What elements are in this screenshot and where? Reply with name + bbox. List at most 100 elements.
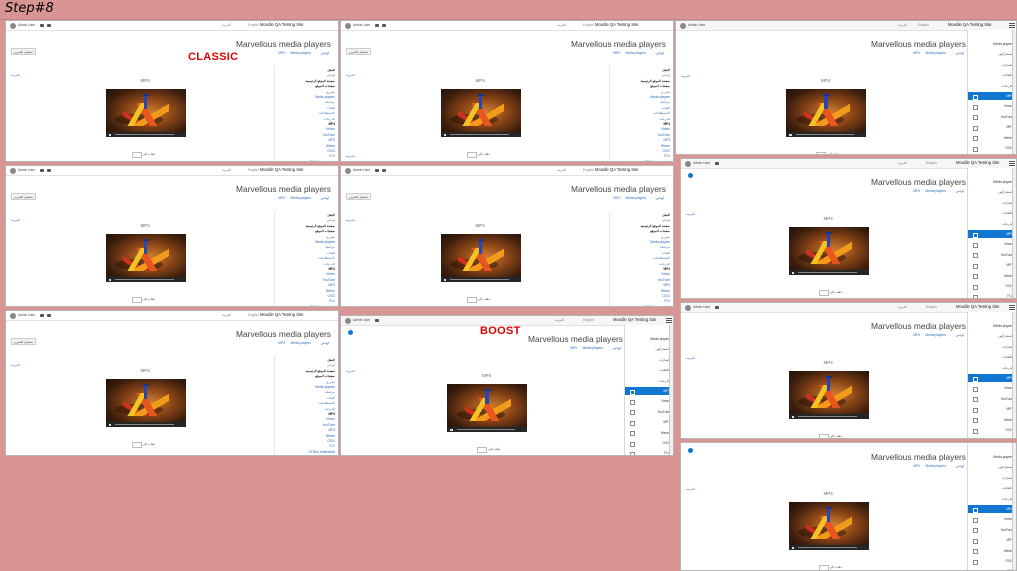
site-name[interactable]: Moodle QA Testing Site (595, 22, 638, 27)
language-english[interactable]: English (248, 168, 259, 172)
language-menu[interactable]: العربية (898, 161, 907, 165)
drawer-item[interactable]: الشارات (968, 343, 1016, 351)
drawer-item[interactable]: الشارات (968, 61, 1016, 69)
sidebar-link[interactable]: العربية (346, 154, 355, 158)
drawer-item[interactable]: Vimeo (968, 102, 1016, 110)
nav-block-item[interactable]: الاستطلاعات (318, 111, 335, 115)
nav-block-item[interactable]: مقرري (661, 235, 670, 239)
drawer-item[interactable]: MP4 (968, 374, 1016, 382)
nav-block-item[interactable]: مراسلة (325, 245, 335, 249)
drawer-item[interactable]: الشارات (625, 356, 673, 364)
nav-block-item[interactable]: صفحات الموقع (315, 374, 335, 378)
drawer-item[interactable]: YouTube (968, 395, 1016, 403)
edit-button[interactable]: تشغيل التحرير (11, 193, 36, 200)
user-menu[interactable]: Admin User (18, 168, 35, 172)
nav-block-item[interactable]: FLV (664, 299, 670, 303)
video-controls[interactable] (788, 270, 869, 275)
breadcrumb-course[interactable]: Media players (925, 333, 946, 337)
left-link[interactable]: العربية (11, 218, 20, 222)
nav-block-item[interactable]: FLV (329, 154, 335, 158)
video-player[interactable] (447, 384, 527, 432)
bell-icon[interactable] (382, 23, 386, 27)
drawer-item[interactable]: Media players (968, 453, 1016, 461)
jump-button[interactable]: ذهاب إلى (143, 297, 155, 301)
language-english[interactable]: English (583, 318, 594, 322)
user-menu[interactable]: Admin User (688, 23, 705, 27)
user-menu[interactable]: Admin User (353, 168, 370, 172)
nav-block-item[interactable]: FLV (329, 444, 335, 448)
nav-block-item[interactable]: YouTube (657, 133, 670, 137)
language-english[interactable]: English (248, 23, 259, 27)
nav-block-item[interactable]: صفحة الموقع الرئيسية (306, 224, 335, 228)
nav-block-item[interactable]: الدرجات (659, 117, 670, 121)
jump-select[interactable] (818, 434, 829, 438)
drawer-item[interactable]: Vimeo (968, 384, 1016, 392)
message-icon[interactable] (715, 305, 719, 309)
edit-button[interactable]: تشغيل التحرير (346, 48, 371, 55)
nav-block-item[interactable]: صفحة الموقع الرئيسية (641, 79, 670, 83)
drawer-item[interactable]: Webm (968, 547, 1016, 555)
language-english[interactable]: English (583, 23, 594, 27)
drawer-item[interactable]: المشاركون (968, 50, 1016, 58)
message-icon[interactable] (40, 168, 44, 172)
drawer-item[interactable]: الكفايات (968, 484, 1016, 492)
nav-block-item[interactable]: مراسلة (660, 100, 670, 104)
jump-button[interactable]: ذهاب إلى (143, 442, 155, 446)
nav-block-item[interactable]: HTML5 embedded (309, 305, 335, 306)
avatar-icon[interactable] (10, 167, 16, 174)
drawer-item[interactable]: الكفايات (968, 353, 1016, 361)
jump-select[interactable] (818, 565, 829, 570)
language-menu[interactable]: العربية (222, 313, 231, 317)
nav-block-item[interactable]: الدرجات (324, 262, 335, 266)
video-controls[interactable] (105, 132, 186, 137)
video-player[interactable] (788, 502, 869, 550)
nav-block-item[interactable]: الاستطلاعات (318, 401, 335, 405)
drawer-item[interactable]: Webm (968, 272, 1016, 280)
nav-block-item[interactable]: YouTube (322, 133, 335, 137)
drawer-item[interactable]: MP4 (968, 505, 1016, 513)
breadcrumb-home[interactable]: لوحتي (656, 51, 665, 55)
drawer-item[interactable]: الدرجات (968, 220, 1016, 228)
bell-icon[interactable] (47, 313, 51, 317)
user-menu[interactable]: Admin User (18, 313, 35, 317)
jump-select[interactable] (818, 290, 829, 296)
bell-icon[interactable] (382, 168, 386, 172)
nav-block-item[interactable]: مقرري (326, 90, 335, 94)
nav-block-item[interactable]: الدرجات (324, 407, 335, 411)
drawer-item[interactable]: YouTube (968, 526, 1016, 534)
avatar-icon[interactable] (345, 167, 351, 174)
avatar-icon[interactable] (685, 160, 691, 167)
avatar-icon[interactable] (345, 317, 351, 324)
video-player[interactable] (440, 234, 521, 282)
video-player[interactable] (786, 89, 866, 137)
nav-block-item[interactable]: Webm (326, 289, 335, 293)
nav-block-item[interactable]: لوحتي (327, 218, 335, 222)
video-player[interactable] (105, 234, 186, 282)
breadcrumb-course[interactable]: Media players (625, 51, 646, 55)
drawer-item[interactable]: MP4 (625, 387, 673, 395)
nav-block-item[interactable]: OGG (663, 294, 670, 298)
drawer-item[interactable]: MP3 (968, 536, 1016, 544)
drawer-item[interactable]: OGG (968, 282, 1016, 290)
breadcrumb-activity[interactable]: MP4 (913, 464, 920, 468)
video-player[interactable] (788, 371, 869, 419)
nav-block-item[interactable]: Vimeo (326, 417, 335, 421)
nav-block-item[interactable]: Media players (315, 385, 335, 389)
nav-block-item[interactable]: OGG (328, 149, 335, 153)
video-controls[interactable] (786, 132, 866, 137)
breadcrumb-home[interactable]: لوحتي (956, 333, 965, 337)
breadcrumb-activity[interactable]: MP4 (278, 341, 285, 345)
nav-block-item[interactable]: MP3 (663, 283, 670, 287)
jump-select[interactable] (466, 297, 477, 303)
nav-block-item[interactable]: Vimeo (661, 127, 670, 131)
hamburger-icon[interactable] (1009, 22, 1015, 28)
video-controls[interactable] (788, 545, 869, 550)
drawer-item[interactable]: FLV (625, 449, 673, 455)
drawer-item[interactable]: Media players (968, 40, 1016, 48)
drawer-item[interactable]: MP3 (625, 418, 673, 426)
nav-block-item[interactable]: MP3 (328, 138, 335, 142)
drawer-item[interactable]: MP3 (968, 405, 1016, 413)
left-link[interactable]: العربية (346, 218, 355, 222)
video-controls[interactable] (440, 132, 521, 137)
bell-icon[interactable] (47, 23, 51, 27)
